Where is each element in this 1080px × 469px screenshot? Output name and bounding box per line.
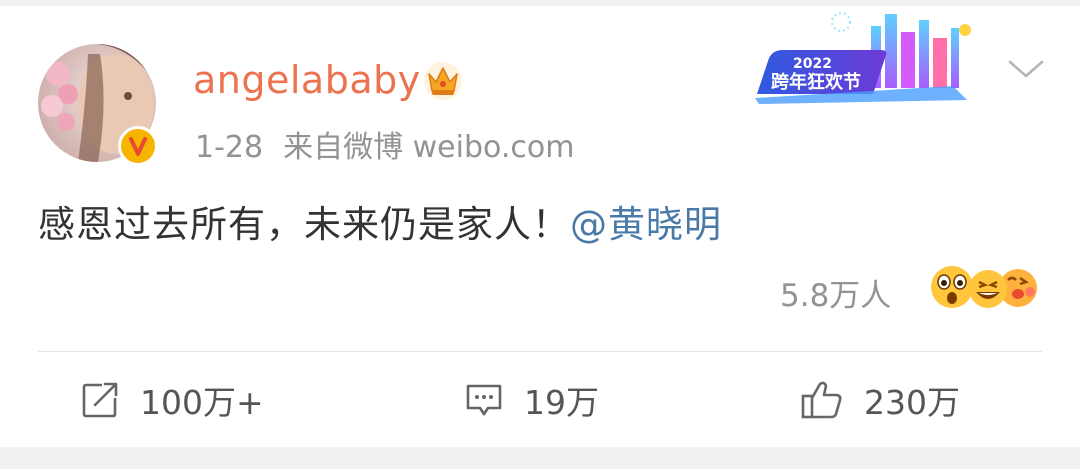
surprised-emoji-icon [931,266,973,308]
banner-year: 2022 [793,56,832,72]
verified-v-icon [118,126,158,166]
laughing-emoji-icon [969,270,1007,308]
repost-button[interactable]: 100万+ [80,374,264,426]
banner-title: 跨年狂欢节 [771,71,861,93]
like-count: 230万 [864,383,960,422]
post-body: 感恩过去所有，未来仍是家人！ [38,203,570,246]
comment-button[interactable]: 19万 [464,374,599,426]
comment-icon [466,384,502,416]
like-button[interactable]: 230万 [800,374,960,426]
reaction-emojis[interactable] [922,262,1042,312]
thumbs-up-icon [801,381,842,419]
repost-icon [82,382,118,418]
mention-link[interactable]: @黄晓明 [570,203,722,246]
post-source[interactable]: 来自微博 weibo.com [283,130,574,165]
comment-count: 19万 [524,383,599,422]
divider [38,351,1042,352]
reaction-count[interactable]: 5.8万人 [780,270,891,315]
post-text: 感恩过去所有，未来仍是家人！@黄晓明 [38,194,722,248]
event-banner[interactable]: 2022 跨年狂欢节 [753,8,983,104]
crown-icon[interactable] [421,60,465,102]
top-separator [0,0,1080,6]
author-name[interactable]: angelababy [193,58,421,102]
bottom-separator [0,447,1080,469]
post-meta: 1-28 来自微博 weibo.com [195,122,574,166]
repost-count: 100万+ [140,383,264,422]
post-date: 1-28 [195,130,264,165]
chevron-down-icon[interactable] [1006,54,1046,84]
